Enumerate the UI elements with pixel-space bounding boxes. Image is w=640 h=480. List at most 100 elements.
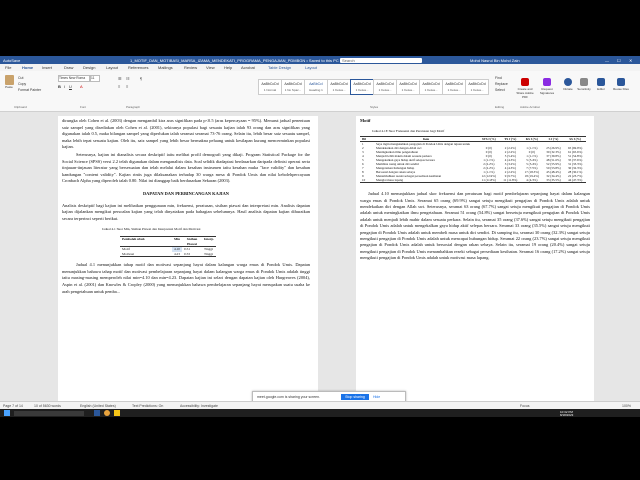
taskbar: 10:32 PM 8/18/2023 — [0, 409, 640, 417]
table-caption: Jadual 4.1E Skor Frekuensi dan Peratusan… — [372, 128, 445, 133]
windows-start-icon[interactable] — [4, 410, 10, 416]
style-ketua-6[interactable]: AaBbCcDd 1 Ketua... — [442, 79, 466, 95]
section-heading: DAPATAN DAN PERBINCANGAN KAJIAN — [143, 190, 229, 196]
explorer-taskbar-icon[interactable] — [114, 410, 120, 416]
style-ketua-1[interactable]: AaBbCcDd 1 Ketua... — [327, 79, 351, 95]
autosave-label[interactable]: AutoSave — [3, 58, 20, 63]
font-color-icon[interactable]: A — [80, 84, 83, 89]
table-cell: 33 (35.5%) — [546, 178, 561, 183]
word-taskbar-icon[interactable] — [94, 410, 100, 416]
page-left[interactable]: dirungka oleh Cohen et al. (2003) dengan… — [58, 116, 318, 410]
bold-icon[interactable]: B — [58, 84, 61, 89]
tab-table-design[interactable]: Table Design — [268, 65, 291, 70]
table-header: Interp. — [204, 236, 215, 241]
table-header: Sisihan Piawai — [186, 236, 198, 246]
clock-date[interactable]: 8/18/2023 — [560, 413, 573, 417]
minimize-icon[interactable]: — — [605, 58, 609, 63]
page-count[interactable]: Page 7 of 14 — [3, 404, 23, 408]
italic-icon[interactable]: I — [64, 84, 65, 89]
numbering-icon[interactable]: ☷ — [126, 76, 130, 81]
pilcrow-icon[interactable]: ¶ — [140, 76, 142, 81]
copy-button[interactable]: Copy — [18, 82, 26, 86]
text-predictions-status[interactable]: Text Predictions: On — [132, 404, 163, 408]
microphone-icon — [564, 78, 572, 86]
user-name[interactable]: Mohd Nasrul Bin Mohd Zain — [470, 58, 520, 63]
paragraph-table-discussion: Jadual 4.1 menunjukkan tahap motif dan m… — [62, 262, 310, 294]
tab-layout[interactable]: Layout — [106, 65, 118, 70]
sensitivity-button[interactable]: Sensitivity — [577, 78, 591, 98]
accessibility-status[interactable]: Accessibility: Investigate — [180, 404, 218, 408]
min-score-table: Pemboleh ubah Min Sisihan Piawai Interp.… — [120, 236, 217, 257]
create-pdf-button[interactable]: Create and Share Adobe PDF — [514, 78, 536, 99]
replace-button[interactable]: Replace — [495, 82, 508, 86]
tab-help[interactable]: Help — [224, 65, 232, 70]
hide-button[interactable]: Hide — [373, 395, 380, 399]
tab-file[interactable]: File — [5, 65, 11, 70]
search-box[interactable]: Search — [340, 57, 422, 63]
focus-button[interactable]: Focus — [520, 404, 530, 408]
table-caption: Jadual 4.1 Skor Min, Sisihan Piawai dan … — [102, 227, 201, 232]
font-name-select[interactable]: Times New Roma — [58, 75, 90, 82]
word-count[interactable]: 10 of 5630 words — [34, 404, 61, 408]
request-signatures-button[interactable]: Request Signatures — [538, 78, 556, 98]
table-header: Min — [174, 236, 181, 241]
underline-icon[interactable]: U — [69, 84, 72, 89]
style-heading-1[interactable]: AaBbCcI Heading 1 — [304, 79, 328, 95]
align-left-icon[interactable]: ≡ — [118, 84, 120, 89]
reuse-files-icon — [617, 78, 625, 86]
chrome-taskbar-icon[interactable] — [104, 410, 110, 416]
table-cell: 10 — [362, 178, 366, 183]
table-cell: 44 (47.3%) — [567, 178, 583, 183]
select-button[interactable]: Select — [495, 88, 505, 92]
pdf-icon — [521, 78, 529, 86]
style-normal[interactable]: AaBbCcDd 1 Normal — [258, 79, 282, 95]
tab-mailings[interactable]: Mailings — [158, 65, 173, 70]
align-center-icon[interactable]: ≡ — [126, 84, 128, 89]
table-header: Pemboleh ubah — [122, 236, 145, 241]
page-right[interactable]: Motif Jadual 4.1E Skor Frekuensi dan Per… — [356, 116, 594, 410]
table-row: Motivasi 4.23 0.53 Tinggi — [120, 251, 217, 257]
table-cell: 11 (11.8%) — [481, 178, 496, 183]
ribbon-home: Paste Cut Copy Format Painter Clipboard … — [0, 71, 640, 112]
reuse-files-button[interactable]: Reuse Files — [612, 78, 630, 98]
share-text: meet.google.com is sharing your screen. — [257, 395, 321, 399]
style-ketua-5[interactable]: AaBbCcDd 1 Ketua... — [419, 79, 443, 95]
tab-acrobat[interactable]: Acrobat — [241, 65, 255, 70]
style-ketua-2[interactable]: AaBbCcDd 1 Ketua... — [350, 79, 374, 95]
zoom-level[interactable]: 100% — [622, 404, 631, 408]
style-no-spacing[interactable]: AaBbCcDd 1 No Spac... — [281, 79, 305, 95]
tab-table-layout[interactable]: Layout — [305, 65, 317, 70]
tab-draw[interactable]: Draw — [64, 65, 73, 70]
tab-review[interactable]: Review — [184, 65, 197, 70]
style-ketua-4[interactable]: AaBbCcDd 1 Ketua... — [396, 79, 420, 95]
tab-home[interactable]: Home — [22, 65, 33, 70]
format-painter-button[interactable]: Format Painter — [18, 88, 41, 92]
tab-design[interactable]: Design — [83, 65, 95, 70]
tab-insert[interactable]: Insert — [42, 65, 52, 70]
style-ketua-3[interactable]: AaBbCcDd 1 Ketua... — [373, 79, 397, 95]
paragraph-analysis: Seterusnya, kajian ini dianalisis secara… — [62, 151, 310, 184]
group-clipboard-label: Clipboard — [14, 105, 27, 109]
table-cell: 4.23 — [174, 251, 180, 256]
close-icon[interactable]: ✕ — [629, 58, 632, 63]
table-row: 10 Mengisi masa lapang 11 (11.8%) 11 (11.8%… — [360, 178, 586, 183]
dictate-button[interactable]: Dictate — [561, 78, 575, 98]
language-status[interactable]: English (United States) — [80, 404, 116, 408]
tab-view[interactable]: View — [206, 65, 215, 70]
bullets-icon[interactable]: ☰ — [118, 76, 122, 81]
tab-references[interactable]: References — [128, 65, 148, 70]
style-ketua-7[interactable]: AaBbCcDd 1 Ketua... — [465, 79, 489, 95]
taskbar-search[interactable] — [14, 410, 84, 416]
editor-icon — [597, 78, 605, 86]
cut-button[interactable]: Cut — [18, 76, 23, 80]
maximize-icon[interactable]: ☐ — [617, 58, 621, 63]
paste-button[interactable]: Paste — [3, 75, 15, 91]
table-cell: Mengisi masa lapang — [376, 178, 404, 183]
stop-sharing-button[interactable]: Stop sharing — [341, 393, 369, 400]
group-editing-label: Editing — [495, 105, 505, 109]
editor-button[interactable]: Editor — [594, 78, 608, 98]
find-button[interactable]: Find — [495, 76, 502, 80]
font-size-select[interactable]: 11 — [90, 75, 100, 82]
table-cell: Motivasi — [122, 251, 135, 256]
ribbon-tabs: File Home Insert Draw Design Layout Refe… — [0, 64, 640, 71]
